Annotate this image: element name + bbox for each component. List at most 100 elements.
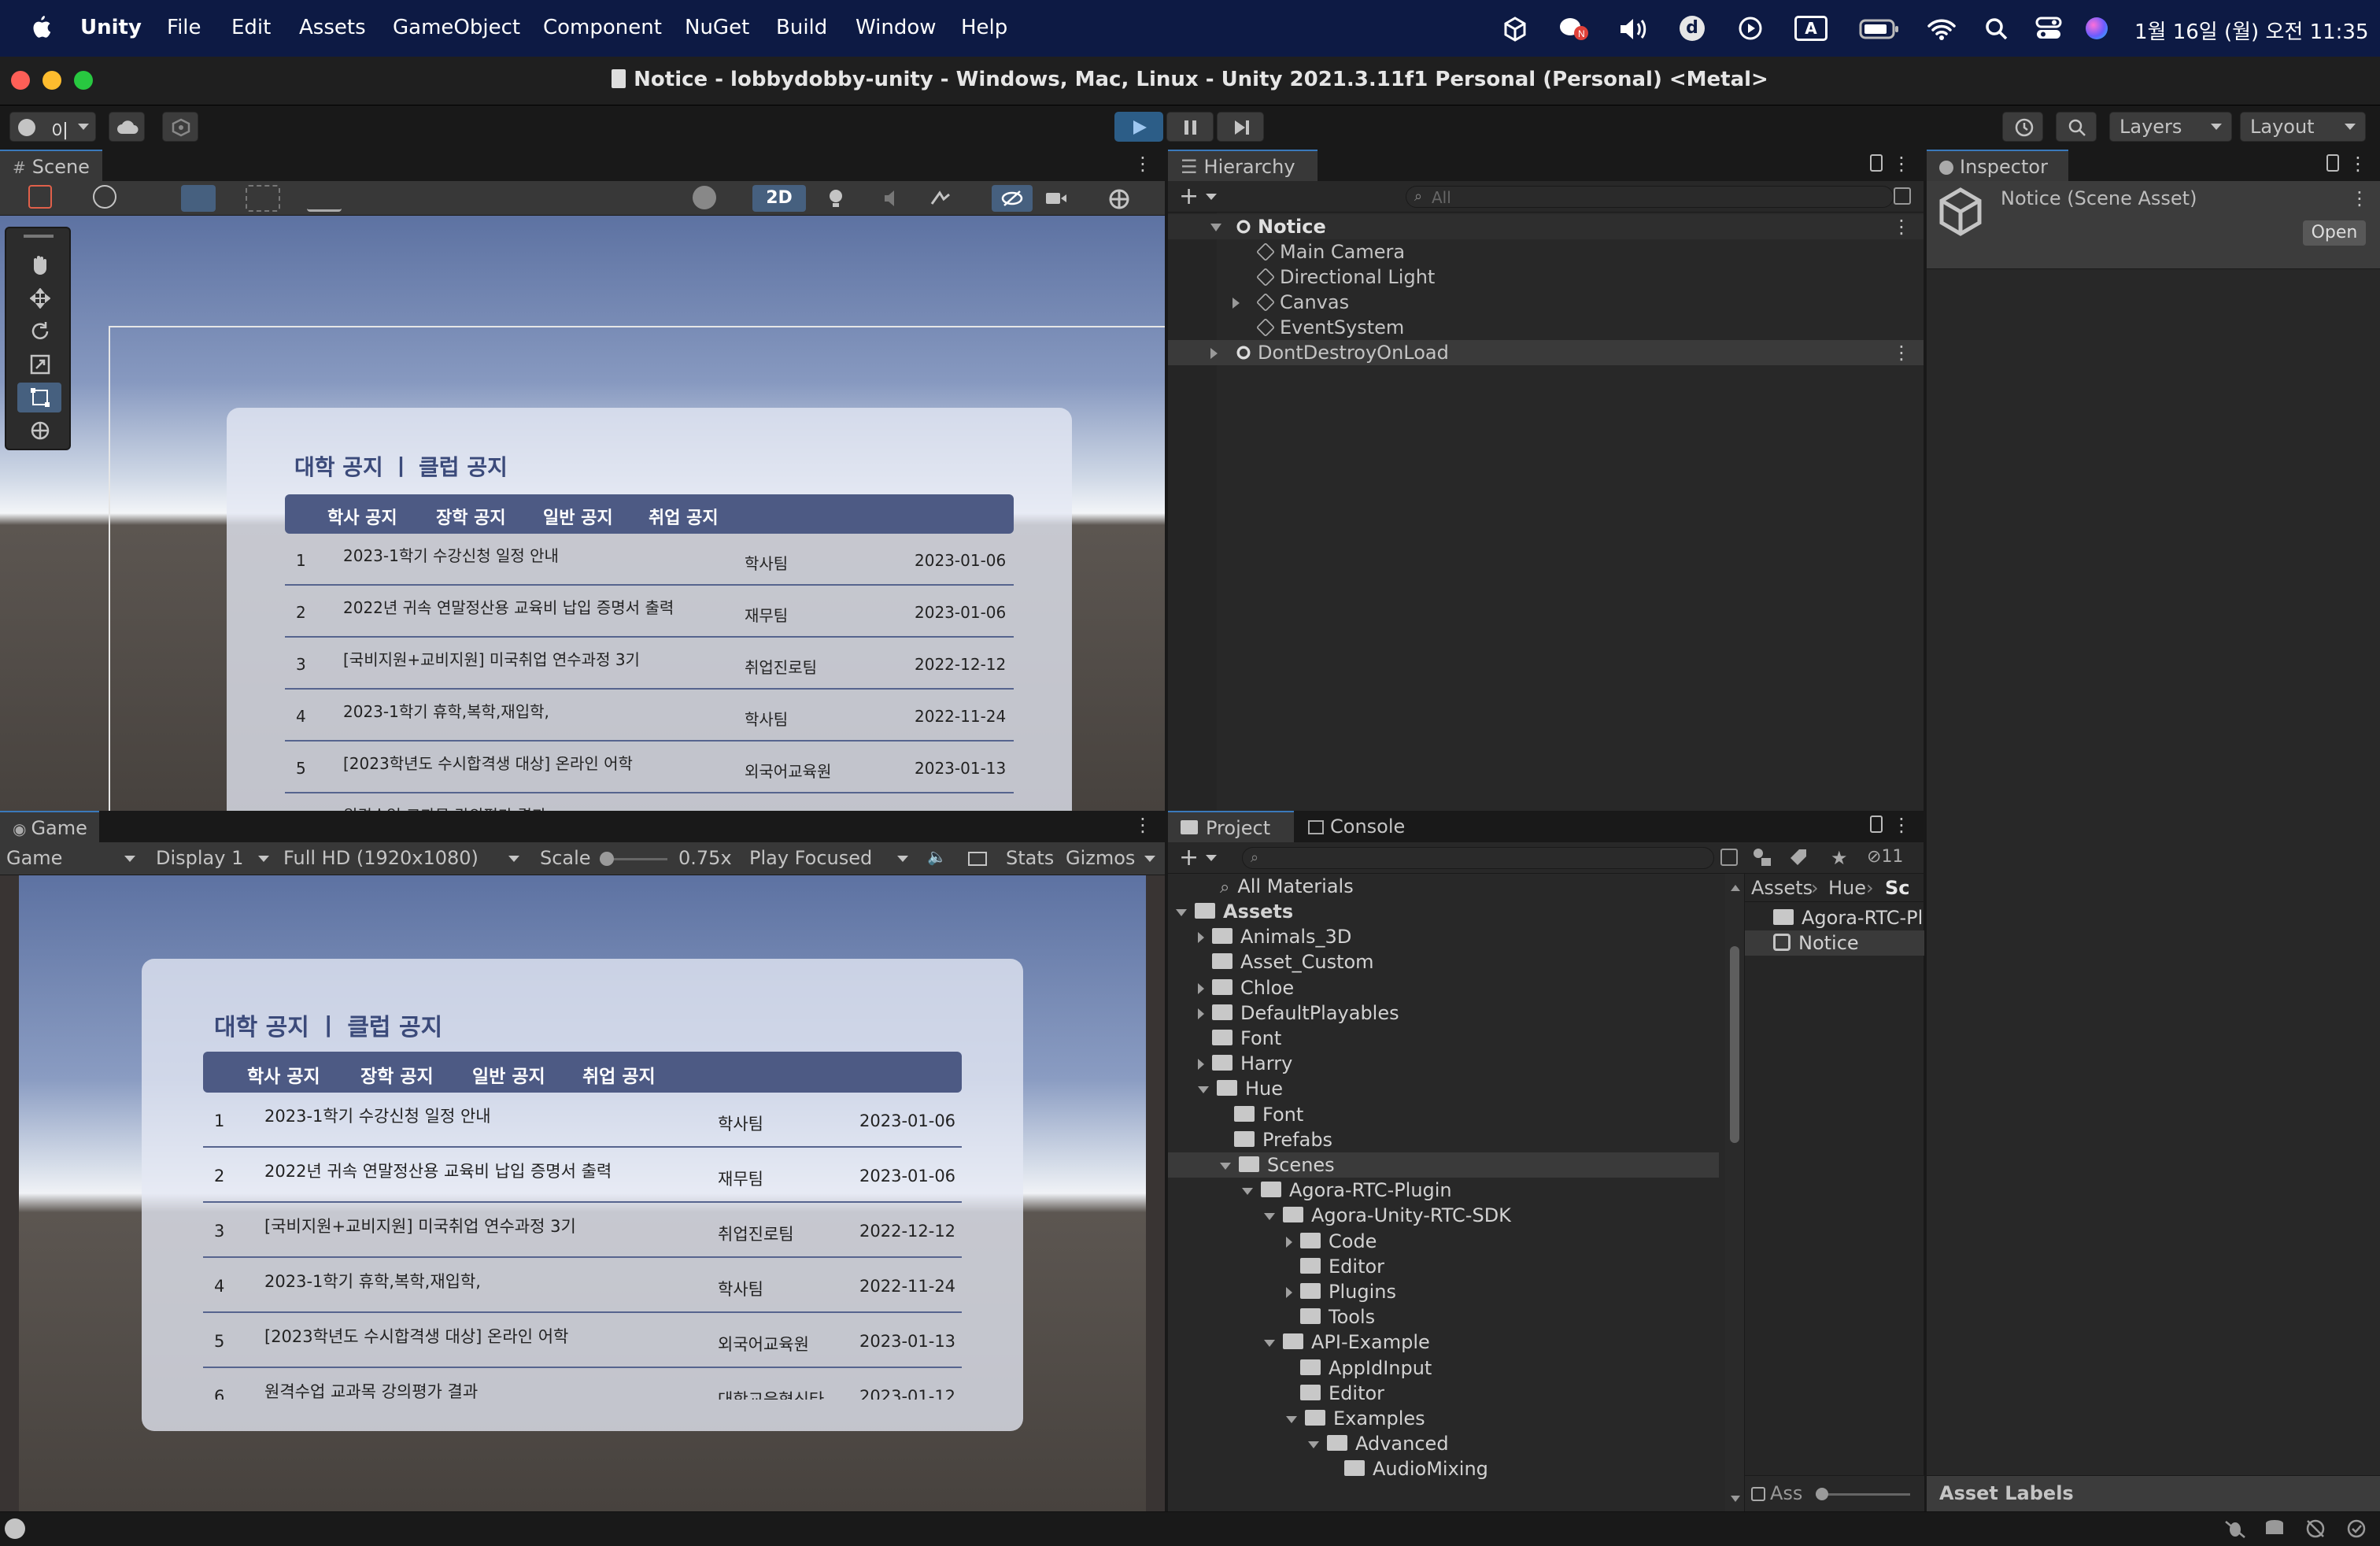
open-button[interactable]: Open: [2303, 220, 2366, 246]
project-folder-row[interactable]: Asset_Custom: [1168, 949, 1719, 975]
notice-row[interactable]: 4 2023-1학기 휴학,복학,재입학, 학사팀 2022-11-24: [285, 690, 1014, 742]
notice-row[interactable]: 2 2022년 귀속 연말정산용 교육비 납입 증명서 출력 재무팀 2023-01-…: [285, 586, 1014, 638]
breadcrumb-scenes[interactable]: Sc: [1885, 877, 1910, 899]
chevron-down-icon[interactable]: [1176, 908, 1187, 916]
notice-row[interactable]: 1 2023-1학기 수강신청 일정 안내 학사팀 2023-01-06: [203, 1093, 962, 1148]
project-folder-row[interactable]: Examples: [1168, 1406, 1719, 1431]
slider-thumb[interactable]: [1816, 1488, 1828, 1500]
project-folder-row[interactable]: Editor: [1168, 1254, 1719, 1279]
lock-icon[interactable]: [1870, 154, 1883, 172]
input-source-icon[interactable]: A: [1794, 16, 1828, 41]
scroll-up-icon[interactable]: [1731, 885, 1740, 891]
step-button[interactable]: [1217, 112, 1264, 142]
notice-tab-academic[interactable]: 학사 공지: [247, 1061, 320, 1088]
chevron-down-icon[interactable]: [897, 856, 908, 862]
project-folder-row[interactable]: Prefabs: [1168, 1127, 1719, 1152]
project-folder-row[interactable]: Editor: [1168, 1381, 1719, 1406]
project-folder-row[interactable]: Font: [1168, 1102, 1719, 1127]
chevron-down-icon[interactable]: [1264, 1212, 1275, 1220]
search-by-type-icon[interactable]: [1720, 849, 1738, 866]
project-folder-row[interactable]: Code: [1168, 1229, 1719, 1254]
project-folder-row[interactable]: Agora-Unity-RTC-SDK: [1168, 1203, 1719, 1228]
tab-console[interactable]: Console: [1295, 811, 1421, 842]
vsync-icon[interactable]: [968, 852, 987, 866]
scale-slider[interactable]: [600, 852, 667, 866]
project-folder-row[interactable]: Chloe: [1168, 975, 1719, 1000]
notice-tab-general[interactable]: 일반 공지: [543, 504, 613, 529]
scene-filter-icon[interactable]: [1894, 187, 1911, 205]
move-tool-icon[interactable]: [17, 283, 61, 313]
pause-button[interactable]: [1166, 112, 1214, 142]
collab-button[interactable]: [162, 112, 198, 142]
project-folder-row[interactable]: API-Example: [1168, 1330, 1719, 1355]
notice-row[interactable]: 6원격수업 교과목 강의평가 결과대학교육혁신타2023-01-12: [285, 793, 1014, 811]
notice-row[interactable]: 2 2022년 귀속 연말정산용 교육비 납입 증명서 출력 재무팀 2023-01-…: [203, 1148, 962, 1203]
scale-tool-icon[interactable]: [17, 350, 61, 379]
project-folder-row[interactable]: Assets: [1168, 899, 1719, 924]
wifi-icon[interactable]: [1927, 17, 1957, 41]
ruler-icon[interactable]: [307, 185, 342, 212]
more-options-icon[interactable]: ⋮: [1892, 153, 1911, 175]
app-menu-unity[interactable]: Unity: [80, 16, 142, 39]
play-button[interactable]: [1114, 112, 1163, 142]
debug-icon[interactable]: [2224, 1518, 2246, 1539]
notice-row[interactable]: 3 [국비지원+교비지원] 미국취업 연수과정 3기 취업진로팀 2022-12-12: [203, 1203, 962, 1258]
control-center-icon[interactable]: [2035, 16, 2062, 41]
chevron-down-icon[interactable]: [1220, 1162, 1231, 1170]
volume-icon[interactable]: [1618, 17, 1650, 41]
draw-mode-icon[interactable]: [28, 185, 52, 209]
console-info-icon[interactable]: [5, 1518, 25, 1539]
file-item-folder[interactable]: Agora-RTC-Pl: [1745, 905, 1924, 930]
stats-toggle[interactable]: Stats: [1006, 847, 1054, 869]
chevron-down-icon[interactable]: [1210, 224, 1221, 231]
game-mode-dropdown[interactable]: Game: [6, 847, 62, 869]
mute-audio-icon[interactable]: 🔈: [927, 847, 947, 866]
project-folder-row[interactable]: DefaultPlayables: [1168, 1000, 1719, 1026]
camera-icon[interactable]: [1039, 185, 1074, 212]
tab-game[interactable]: ◉ Game: [0, 811, 99, 842]
project-folder-row[interactable]: Agora-RTC-Plugin: [1168, 1178, 1719, 1203]
gizmos-toggle[interactable]: Gizmos: [1066, 847, 1135, 869]
chevron-right-icon[interactable]: [1232, 298, 1240, 309]
tree-scrollbar[interactable]: [1725, 874, 1744, 1511]
more-options-icon[interactable]: ⋮: [2349, 153, 2367, 175]
minimize-window-button[interactable]: [42, 71, 61, 90]
notice-tab-academic[interactable]: 학사 공지: [327, 504, 397, 529]
play-mode-dropdown[interactable]: Play Focused: [749, 847, 872, 869]
progress-icon[interactable]: [2304, 1518, 2326, 1539]
cache-server-icon[interactable]: [2264, 1518, 2286, 1539]
project-search-input[interactable]: ⌕: [1242, 847, 1714, 869]
notice-tab-career[interactable]: 취업 공지: [582, 1061, 656, 1088]
breadcrumb-hue[interactable]: Hue: [1828, 877, 1866, 899]
clock[interactable]: 1월 16일 (월) 오전 11:35: [2134, 16, 2369, 45]
slider-thumb[interactable]: [600, 852, 614, 866]
lock-icon[interactable]: [2326, 154, 2339, 172]
spotlight-search-icon[interactable]: [1985, 17, 2009, 41]
hierarchy-object-row[interactable]: Directional Light: [1168, 264, 1924, 290]
chevron-down-icon[interactable]: [508, 856, 519, 862]
cloud-button[interactable]: [109, 112, 145, 142]
chevron-right-icon[interactable]: [1286, 1236, 1292, 1248]
notice-tab-scholarship[interactable]: 장학 공지: [436, 504, 506, 529]
rotate-tool-icon[interactable]: [17, 316, 61, 346]
chevron-down-icon[interactable]: [1144, 856, 1155, 862]
more-options-icon[interactable]: ⋮: [1133, 814, 1152, 836]
notice-tab-career[interactable]: 취업 공지: [649, 504, 719, 529]
project-folder-row[interactable]: Scenes: [1168, 1152, 1719, 1178]
scrollbar-thumb[interactable]: [1730, 946, 1739, 1143]
d-app-icon[interactable]: d: [1680, 16, 1705, 41]
chevron-down-icon[interactable]: [1308, 1441, 1319, 1448]
menu-nuget[interactable]: NuGet: [685, 16, 749, 39]
chevron-right-icon[interactable]: [1198, 982, 1204, 994]
add-icon[interactable]: +: [1179, 844, 1199, 871]
project-folder-row[interactable]: Advanced: [1168, 1431, 1719, 1456]
increment-snap-icon[interactable]: [246, 185, 280, 212]
project-folder-row[interactable]: Hue: [1168, 1076, 1719, 1101]
favorite-all-materials[interactable]: ⌕ All Materials: [1220, 874, 1354, 899]
close-window-button[interactable]: [11, 71, 30, 90]
project-folder-row[interactable]: AudioMixing: [1168, 1456, 1719, 1481]
play-circle-icon[interactable]: [1738, 16, 1763, 41]
hierarchy-search-input[interactable]: ⌕ All: [1406, 186, 1894, 208]
chevron-down-icon[interactable]: [258, 856, 269, 862]
notice-tab-scholarship[interactable]: 장학 공지: [360, 1061, 434, 1088]
